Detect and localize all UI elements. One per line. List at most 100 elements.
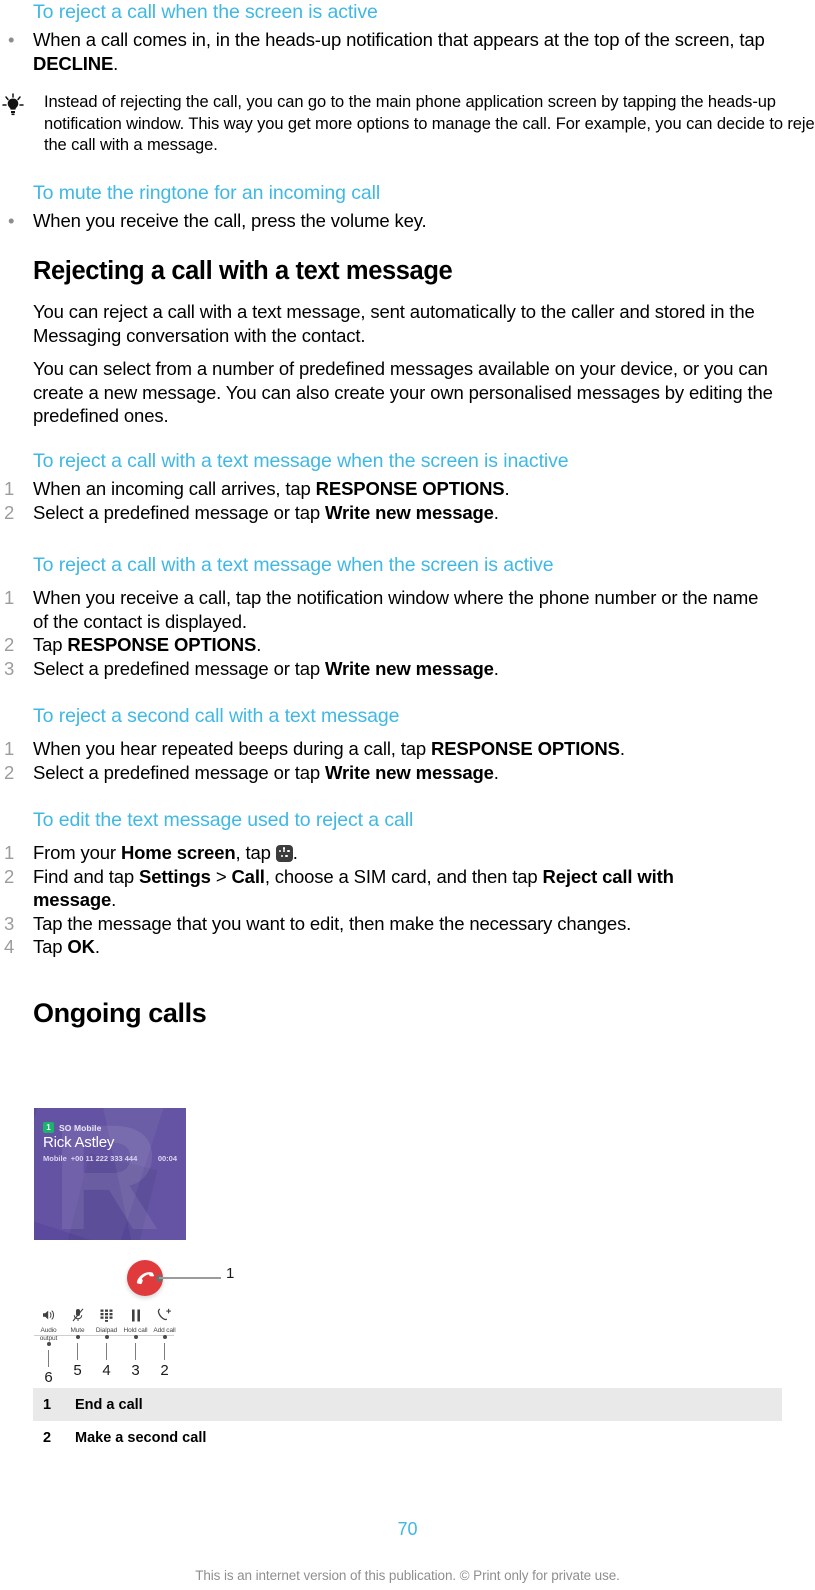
operator-name: SO Mobile [59, 1122, 102, 1133]
control-audio-output: Audio output 6 [34, 1307, 63, 1386]
steps-reject-text-active: 1 When you receive a call, tap the notif… [0, 586, 760, 680]
control-label: Dialpad [95, 1327, 118, 1334]
heading-edit-reject-message: To edit the text message used to reject … [33, 809, 414, 831]
page-number: 70 [397, 1519, 418, 1539]
callout-number: 5 [73, 1361, 82, 1379]
heading-reject-text-screen-inactive: To reject a call with a text message whe… [33, 450, 569, 472]
callout-line [105, 1342, 108, 1360]
caller-name: Rick Astley [43, 1134, 115, 1151]
legend-table: 1 End a call 2 Make a second call [33, 1388, 782, 1454]
step-number: 2 [4, 865, 15, 887]
app-drawer-icon [275, 845, 293, 862]
list-item: • When a call comes in, in the heads-up … [0, 28, 775, 75]
list-item-text: When you receive the call, press the vol… [33, 210, 427, 231]
control-dialpad: Dialpad 4 [92, 1307, 121, 1386]
step-text: Tap the message that you want to edit, t… [33, 912, 632, 934]
call-controls-row: Audio output 6 Mute 5 Dialpad 4 Hold cal… [34, 1307, 179, 1386]
callout-number-end-call: 1 [226, 1265, 235, 1282]
bullet-marker: • [8, 210, 15, 231]
callout-number: 6 [44, 1369, 53, 1386]
steps-edit-reject-message: 1 From your Home screen, tap . 2 Find an… [0, 841, 760, 959]
list-item: 3 Tap the message that you want to edit,… [0, 912, 760, 936]
step-number: 3 [4, 912, 15, 934]
phone-number: +00 11 222 333 444 [70, 1154, 138, 1163]
bullet-marker: • [8, 29, 15, 50]
list-item: 2 Find and tap Settings > Call, choose a… [0, 865, 760, 912]
control-hold-call: Hold call 3 [121, 1307, 150, 1386]
list-item: • When you receive the call, press the v… [0, 209, 775, 233]
step-number: 1 [4, 587, 15, 608]
dialpad-icon [92, 1307, 121, 1323]
paragraph-reject-intro-2: You can select from a number of predefin… [33, 358, 773, 427]
legend-number: 2 [43, 1429, 52, 1446]
callout-dot [162, 1334, 167, 1339]
tip-note: Instead of rejecting the call, you can g… [0, 92, 815, 157]
callout-number: 2 [160, 1361, 169, 1379]
footer-notice: This is an internet version of this publ… [195, 1568, 620, 1583]
callout-line [76, 1342, 79, 1360]
step-text: When you receive a call, tap the notific… [33, 587, 759, 632]
control-label: Audio output [39, 1327, 58, 1342]
add-call-icon [150, 1307, 179, 1323]
callout-number: 4 [102, 1361, 111, 1379]
number-type-label: Mobile [43, 1154, 67, 1163]
step-text: Select a predefined message or tap Write… [33, 761, 499, 783]
bullet-list-reject-active: • When a call comes in, in the heads-up … [0, 28, 775, 75]
step-number: 1 [4, 842, 15, 863]
step-number: 4 [4, 936, 15, 958]
step-number: 2 [4, 634, 15, 656]
step-text: When an incoming call arrives, tap RESPO… [33, 478, 510, 499]
heading-reject-second-call: To reject a second call with a text mess… [33, 705, 400, 727]
callout-line [163, 1342, 166, 1360]
manual-page: To reject a call when the screen is acti… [0, 0, 815, 1590]
legend-number: 1 [43, 1396, 52, 1413]
heading-mute-ringtone: To mute the ringtone for an incoming cal… [33, 182, 381, 204]
step-number: 1 [4, 478, 15, 499]
callout-dot [104, 1334, 109, 1339]
callout-dot [75, 1334, 80, 1339]
speaker-icon [34, 1307, 63, 1323]
step-text: When you hear repeated beeps during a ca… [33, 738, 625, 759]
call-timer: 00:04 [157, 1154, 177, 1163]
step-text: Select a predefined message or tap Write… [33, 657, 499, 679]
step-number: 3 [4, 657, 15, 679]
callout-line [47, 1350, 50, 1367]
list-item: 1 When you receive a call, tap the notif… [0, 586, 760, 633]
list-item: 2 Tap RESPONSE OPTIONS. [0, 633, 760, 657]
step-number: 1 [4, 738, 15, 759]
list-item: 1 When you hear repeated beeps during a … [0, 737, 775, 761]
list-item: 4 Tap OK. [0, 935, 760, 959]
control-label: Add call [153, 1327, 176, 1334]
list-item: 1 From your Home screen, tap . [0, 841, 760, 865]
end-call-icon [136, 1272, 155, 1285]
step-number: 2 [4, 501, 15, 523]
list-item: 1 When an incoming call arrives, tap RES… [0, 477, 775, 501]
number-row: Mobile +00 11 222 333 444 00:04 [43, 1154, 177, 1163]
control-add-call: Add call 2 [150, 1307, 179, 1386]
sim-badge: 1 [43, 1122, 54, 1133]
callout-line [134, 1342, 137, 1360]
bullet-list-mute-ringtone: • When you receive the call, press the v… [0, 209, 775, 233]
callout-dot [46, 1342, 51, 1346]
steps-reject-second-call: 1 When you hear repeated beeps during a … [0, 737, 775, 784]
mute-icon [63, 1307, 92, 1323]
heading-rejecting-with-text-message: Rejecting a call with a text message [33, 257, 453, 285]
list-item-text: When a call comes in, in the heads-up no… [33, 29, 765, 74]
steps-reject-text-inactive: 1 When an incoming call arrives, tap RES… [0, 477, 775, 524]
list-item: 3 Select a predefined message or tap Wri… [0, 657, 760, 681]
lightbulb-icon [0, 93, 26, 117]
control-label: Hold call [123, 1327, 148, 1334]
list-item: 2 Select a predefined message or tap Wri… [0, 501, 775, 525]
step-text: Find and tap Settings > Call, choose a S… [33, 865, 674, 911]
heading-reject-call-screen-active: To reject a call when the screen is acti… [33, 1, 378, 23]
leader-line [159, 1277, 221, 1279]
legend-text: End a call [75, 1396, 143, 1413]
hold-icon [121, 1307, 150, 1323]
sim-row: 1 SO Mobile [43, 1122, 177, 1133]
heading-ongoing-calls: Ongoing calls [33, 998, 207, 1028]
table-row: 1 End a call [33, 1388, 782, 1421]
phone-call-screenshot: R 1 SO Mobile Rick Astley Mobile +00 11 … [34, 1108, 186, 1240]
heading-reject-text-screen-active: To reject a call with a text message whe… [33, 554, 554, 576]
step-number: 2 [4, 761, 15, 783]
step-text: Tap RESPONSE OPTIONS. [33, 634, 262, 656]
